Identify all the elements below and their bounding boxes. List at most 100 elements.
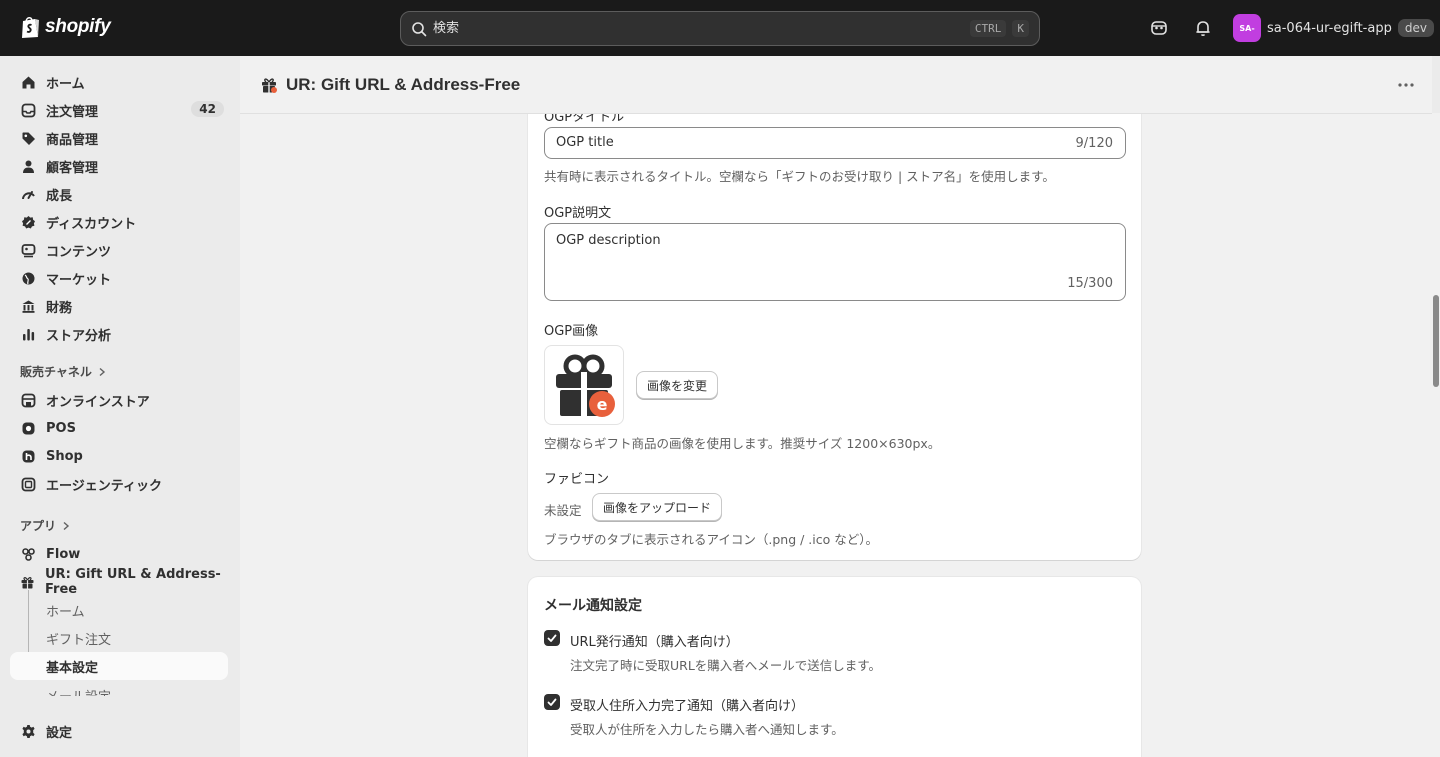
ogp-title-input[interactable] [556, 135, 1056, 150]
shopify-logo[interactable]: shopify [20, 15, 111, 39]
sidebar-item-content[interactable]: コンテンツ [10, 236, 228, 264]
ogp-settings-card: OGPタイトル 9/120 共有時に表示されるタイトル。空欄なら「ギフトのお受け… [528, 86, 1141, 560]
shop-icon [20, 448, 36, 464]
tag-icon [20, 130, 36, 146]
content-icon [20, 242, 36, 258]
sidebar-item-customers[interactable]: 顧客管理 [10, 152, 228, 180]
sidebar-item-settings[interactable]: 設定 [10, 717, 228, 745]
sidebar-item-label: Flow [46, 546, 81, 562]
sidebar-item-label: 顧客管理 [46, 160, 99, 176]
shopify-bag-icon [22, 17, 39, 38]
sidebar-item-label: コンテンツ [46, 244, 112, 260]
pos-icon [20, 420, 36, 436]
sidebar-item-analytics[interactable]: ストア分析 [10, 320, 228, 348]
address-complete-checkbox[interactable] [544, 694, 560, 710]
app-subitem-basic-settings[interactable]: 基本設定 [10, 652, 228, 680]
gift-logo-image: e [556, 354, 615, 417]
page-title: UR: Gift URL & Address-Free [286, 74, 521, 94]
sidebar-item-discounts[interactable]: ディスカウント [10, 208, 228, 236]
favicon-label: ファビコン [544, 472, 610, 487]
app-subitem-mail-settings[interactable]: メール設定 [10, 680, 228, 696]
search-input[interactable] [433, 13, 964, 44]
orders-count-badge: 42 [191, 101, 224, 117]
url-notification-help: 注文完了時に受取URLを購入者へメールで送信します。 [570, 658, 882, 673]
scrollbar-thumb[interactable] [1433, 295, 1439, 387]
sidebar: ホーム 注文管理 42 商品管理 顧客管理 成長 ディスカウント コンテンツ マ… [0, 56, 240, 757]
env-badge: dev [1397, 19, 1434, 37]
address-complete-help: 受取人が住所を入力したら購入者へ通知します。 [570, 722, 844, 737]
app-subitem-gift-orders[interactable]: ギフト注文 [10, 624, 228, 652]
upload-image-button[interactable]: 画像をアップロード [592, 493, 723, 521]
ogp-title-field[interactable]: 9/120 [544, 127, 1126, 159]
url-notification-checkbox[interactable] [544, 630, 560, 646]
sidebar-item-online-store[interactable]: オンラインストア [10, 386, 228, 414]
app-subitem-home[interactable]: ホーム [10, 596, 228, 624]
sidebar-item-products[interactable]: 商品管理 [10, 124, 228, 152]
logo-text: shopify [45, 16, 111, 37]
search-icon [412, 21, 427, 36]
sidebar-item-markets[interactable]: マーケット [10, 264, 228, 292]
sidebar-item-label: マーケット [46, 272, 112, 288]
sidebar-item-growth[interactable]: 成長 [10, 180, 228, 208]
sidebar-item-shop[interactable]: Shop [10, 442, 228, 470]
flow-icon [20, 546, 36, 562]
url-notification-label[interactable]: URL発行通知（購入者向け） [570, 631, 739, 650]
ogp-desc-field[interactable]: OGP description 15/300 [544, 223, 1126, 301]
sidebar-item-label: 設定 [46, 725, 73, 741]
shortcut-ctrl: CTRL [969, 20, 1007, 37]
sales-channels-heading[interactable]: 販売チャネル [20, 363, 106, 380]
sidebar-item-home[interactable]: ホーム [10, 68, 228, 96]
bell-icon[interactable] [1192, 17, 1214, 39]
main-scrollbar[interactable] [1432, 113, 1440, 757]
ogp-title-help: 共有時に表示されるタイトル。空欄なら「ギフトのお受け取り | ストア名」を使用し… [544, 169, 1055, 184]
sidebar-item-label: オンラインストア [46, 394, 150, 410]
sidebar-item-label: 商品管理 [46, 132, 99, 148]
account-menu[interactable]: SA- sa-064-ur-egift-app dev [1233, 14, 1434, 42]
gift-app-icon [262, 77, 277, 93]
mail-card-title: メール通知設定 [544, 598, 642, 614]
discount-icon [20, 214, 36, 230]
sidebar-item-label: ホーム [46, 76, 85, 92]
growth-icon [20, 186, 36, 202]
apps-heading[interactable]: アプリ [20, 517, 70, 534]
favicon-help: ブラウザのタブに表示されるアイコン（.png / .ico など）。 [544, 532, 878, 547]
sidebar-item-label: エージェンティック [46, 478, 162, 494]
sidebar-item-label: ストア分析 [46, 328, 112, 344]
sidebar-item-pos[interactable]: POS [10, 414, 228, 442]
sales-channels-title: 販売チャネル [20, 365, 92, 379]
bank-icon [20, 298, 36, 314]
sidebar-item-finance[interactable]: 財務 [10, 292, 228, 320]
sidebar-item-label: 財務 [46, 300, 73, 316]
sidebar-item-orders[interactable]: 注文管理 42 [10, 96, 228, 124]
top-bar: shopify CTRL K SA- sa-064-ur-egift-app d… [0, 0, 1440, 56]
agentic-icon [20, 476, 36, 492]
sidebar-item-label: POS [46, 420, 76, 436]
sidebar-item-label: ディスカウント [46, 216, 137, 232]
sidebar-item-flow[interactable]: Flow [10, 540, 228, 568]
change-image-button[interactable]: 画像を変更 [636, 371, 719, 399]
more-actions-icon[interactable] [1396, 75, 1416, 95]
assistant-icon[interactable] [1148, 17, 1170, 39]
checkmark-icon [547, 698, 557, 706]
chevron-right-icon [63, 521, 70, 530]
sidebar-item-label: 注文管理 [46, 104, 99, 120]
sidebar-item-label: Shop [46, 448, 83, 464]
ogp-desc-textarea[interactable]: OGP description [556, 233, 661, 248]
favicon-status: 未設定 [544, 503, 582, 518]
main-content: UR: Gift URL & Address-Free OGPタイトル 9/12… [240, 56, 1432, 757]
ogp-image-label: OGP画像 [544, 324, 599, 339]
checkmark-icon [547, 634, 557, 642]
home-icon [20, 74, 36, 90]
ogp-desc-label: OGP説明文 [544, 206, 612, 221]
sidebar-item-agentic[interactable]: エージェンティック [10, 470, 228, 498]
search-bar[interactable]: CTRL K [400, 11, 1040, 46]
store-name: sa-064-ur-egift-app [1267, 20, 1392, 36]
sidebar-item-gift-app[interactable]: UR: Gift URL & Address-Free [10, 567, 228, 597]
address-complete-label[interactable]: 受取人住所入力完了通知（購入者向け） [570, 695, 804, 714]
avatar: SA- [1233, 14, 1261, 42]
shortcut-k: K [1012, 20, 1029, 37]
gear-icon [20, 723, 36, 739]
gift-app-icon [20, 574, 35, 590]
apps-title: アプリ [20, 519, 57, 533]
mail-notification-card: メール通知設定 URL発行通知（購入者向け） 注文完了時に受取URLを購入者へメ… [528, 577, 1141, 757]
